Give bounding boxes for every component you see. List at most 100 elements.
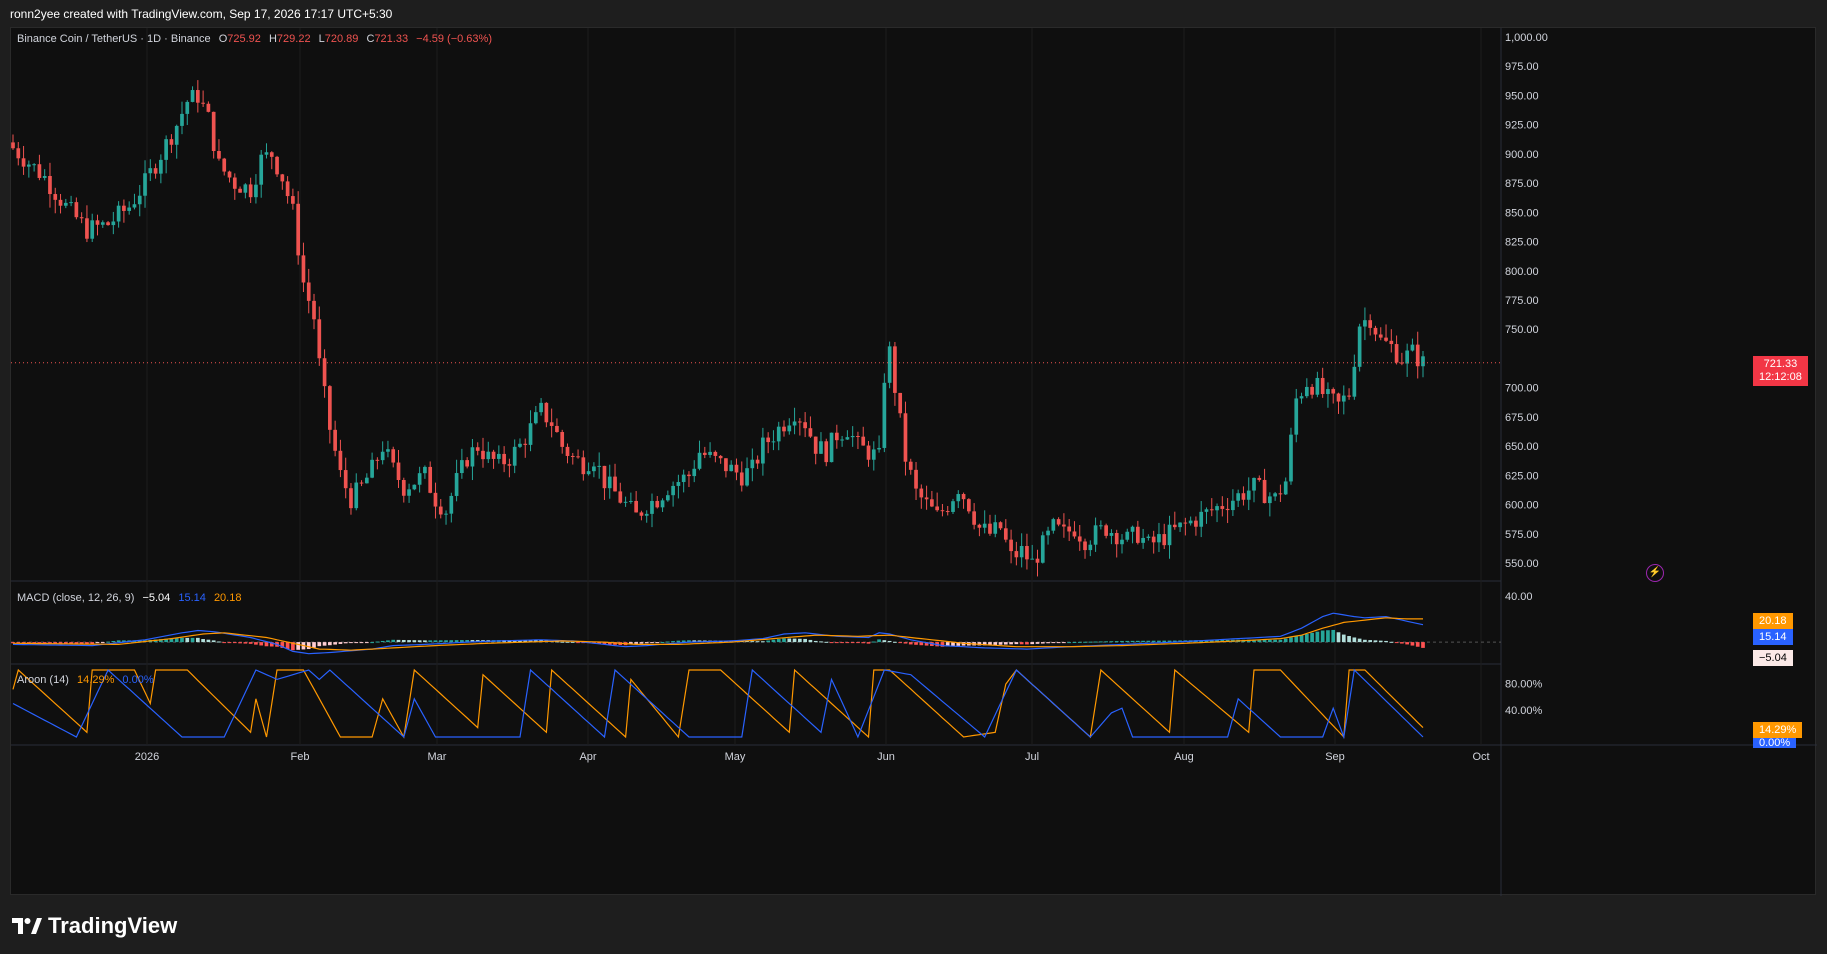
- macd-histogram-bar: [1025, 642, 1029, 645]
- chart-canvas[interactable]: 1,000.00 975.00 950.00 925.00 900.00 875.00 85…: [11, 28, 1817, 896]
- last-price-tag: 721.33 12:12:08: [1753, 356, 1808, 386]
- aroon-legend[interactable]: Aroon (14) 14.29% 0.00%: [17, 674, 159, 686]
- price-tick-label: 650.00: [1505, 441, 1539, 453]
- candle-body: [1151, 536, 1156, 543]
- aroon-down-value: 0.00%: [122, 674, 154, 686]
- candle-body: [349, 488, 353, 509]
- candle-body: [930, 499, 934, 507]
- aroon-up-value: 14.29%: [77, 674, 115, 686]
- macd-histogram-bar: [1030, 642, 1035, 645]
- candle-body: [174, 125, 179, 145]
- candle-body: [1204, 509, 1209, 512]
- macd-histogram-bar: [106, 641, 110, 643]
- macd-histogram-bar: [1104, 641, 1108, 643]
- candle-body: [919, 488, 924, 498]
- macd-histogram-bar: [380, 640, 385, 643]
- price-tick-label: 900.00: [1505, 149, 1539, 161]
- candle-body: [940, 510, 945, 512]
- candle-body: [993, 522, 998, 534]
- candle-body: [63, 202, 68, 206]
- macd-histogram-bar: [903, 642, 908, 644]
- macd-histogram-bar: [877, 639, 881, 643]
- candle-body: [607, 476, 612, 489]
- macd-histogram-bar: [333, 642, 337, 645]
- macd-histogram-bar: [1072, 641, 1077, 643]
- candle-body: [1019, 546, 1024, 558]
- candle-body: [1378, 334, 1383, 338]
- hist-tag: −5.04: [1753, 650, 1793, 666]
- macd-histogram-bar: [227, 642, 232, 644]
- candle-body: [1083, 541, 1087, 551]
- candle-body: [1183, 522, 1188, 524]
- candle-body: [1331, 389, 1336, 394]
- symbol-title[interactable]: Binance Coin / TetherUS · 1D · Binance: [17, 33, 211, 45]
- candle-body: [1172, 524, 1177, 528]
- candle-body: [512, 446, 517, 466]
- candle-body: [1225, 508, 1230, 511]
- macd-histogram-bar: [1378, 640, 1383, 643]
- candle-body: [1114, 533, 1119, 545]
- candle-body: [629, 500, 633, 502]
- candle-body: [665, 495, 670, 501]
- macd-histogram-bar: [1368, 640, 1373, 643]
- candle-body: [153, 168, 158, 174]
- candle-body: [116, 205, 121, 222]
- open-value: 725.92: [227, 33, 261, 45]
- candle-body: [1283, 481, 1288, 495]
- candle-body: [1209, 509, 1214, 511]
- lightning-icon[interactable]: ⚡: [1646, 564, 1664, 582]
- candle-body: [391, 449, 396, 463]
- macd-histogram-bar: [1109, 641, 1114, 643]
- macd-histogram-bar: [185, 637, 190, 643]
- candle-body: [650, 500, 654, 514]
- candle-body: [1146, 536, 1151, 538]
- candle-body: [1030, 558, 1035, 560]
- candle-body: [1046, 530, 1050, 536]
- candle-body: [1252, 477, 1256, 491]
- candle-body: [280, 174, 285, 182]
- macd-histogram-bar: [1135, 640, 1140, 643]
- candle-body: [555, 425, 559, 433]
- macd-histogram-bar: [370, 642, 374, 644]
- chart-frame[interactable]: 1,000.00 975.00 950.00 925.00 900.00 875.00 85…: [10, 27, 1817, 896]
- candle-body: [1320, 377, 1325, 395]
- candle-body: [924, 497, 929, 500]
- candle-body: [90, 220, 95, 239]
- candle-body: [782, 426, 786, 432]
- price-tick-label: 675.00: [1505, 412, 1539, 424]
- macd-histogram-bar: [254, 642, 258, 645]
- tradingview-logo[interactable]: TradingView: [12, 913, 177, 939]
- candle-body: [966, 499, 971, 512]
- candle-body: [137, 195, 142, 205]
- macd-histogram-bar: [850, 642, 855, 644]
- macd-histogram-bar: [1421, 642, 1425, 648]
- candle-body: [961, 494, 966, 500]
- candle-body: [982, 523, 987, 528]
- candle-body: [1104, 525, 1108, 536]
- aroon-axis-label: 40.00%: [1505, 705, 1543, 717]
- candle-body: [264, 152, 269, 155]
- candle-body: [1194, 520, 1198, 527]
- macd-histogram-bar: [1331, 629, 1336, 643]
- candle-body: [211, 111, 216, 151]
- macd-histogram-bar: [1009, 642, 1013, 645]
- macd-histogram-bar: [660, 641, 665, 643]
- candle-body: [576, 456, 580, 458]
- time-tick-label: Apr: [579, 751, 596, 763]
- macd-histogram-bar: [893, 641, 897, 643]
- credit-line: ronn2yee created with TradingView.com, S…: [10, 7, 393, 21]
- candle-body: [687, 474, 691, 477]
- macd-histogram-bar: [1014, 642, 1019, 645]
- candle-body: [460, 460, 464, 474]
- macd-legend[interactable]: MACD (close, 12, 26, 9) −5.04 15.14 20.1…: [17, 592, 246, 604]
- candle-body: [396, 462, 401, 480]
- macd-histogram-bar: [914, 642, 918, 645]
- candle-body: [285, 181, 290, 197]
- macd-histogram-bar: [808, 639, 813, 643]
- candle-body: [232, 177, 237, 189]
- macd-histogram-bar: [1120, 640, 1124, 643]
- macd-histogram-bar: [1373, 640, 1378, 643]
- macd-histogram-bar: [412, 640, 417, 643]
- macd-signal-value: 20.18: [213, 592, 242, 604]
- macd-histogram-bar: [803, 638, 807, 643]
